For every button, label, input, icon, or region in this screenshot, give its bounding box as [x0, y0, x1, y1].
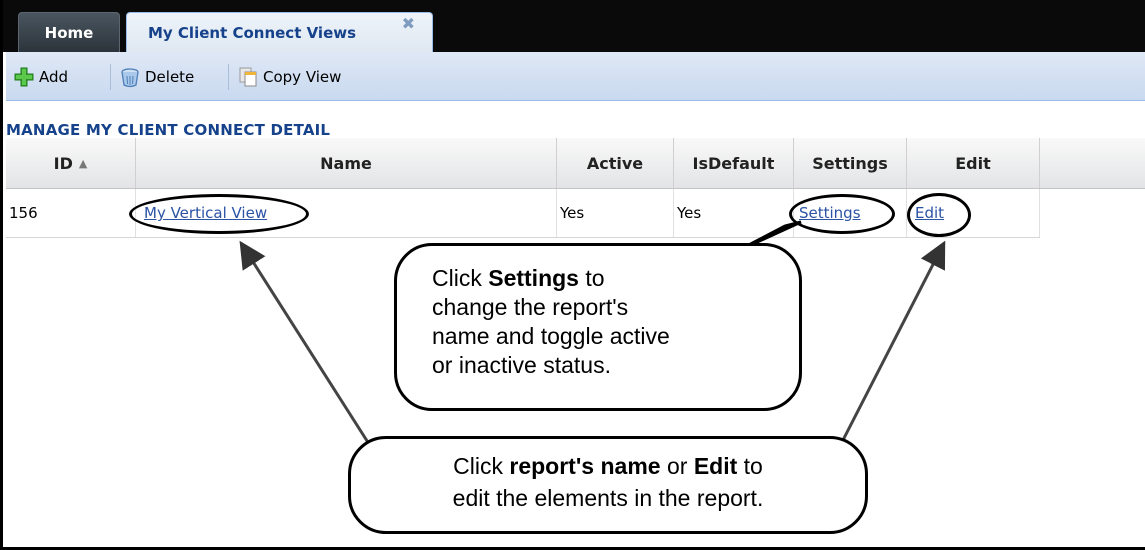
- column-isdefault-label: IsDefault: [692, 153, 775, 173]
- column-header-active[interactable]: Active: [557, 138, 674, 188]
- edit-link[interactable]: Edit: [910, 204, 944, 222]
- cell-edit: Edit: [907, 189, 1040, 237]
- report-name-link[interactable]: My Vertical View: [144, 204, 267, 222]
- callout-edit-line-1: Click report's name or Edit to: [453, 453, 763, 479]
- tab-my-client-connect-views[interactable]: My Client Connect Views ✖: [126, 12, 433, 52]
- settings-link[interactable]: Settings: [797, 204, 861, 222]
- callout-edit: Click report's name or Edit to edit the …: [348, 436, 868, 534]
- callout-settings-line-1: Click Settings to: [432, 265, 605, 291]
- plus-icon: [14, 67, 34, 87]
- copy-icon: [239, 67, 257, 87]
- column-header-isdefault[interactable]: IsDefault: [674, 138, 794, 188]
- callout-settings-line-4: or inactive status.: [432, 352, 611, 378]
- add-label: Add: [39, 68, 69, 86]
- table-row[interactable]: 156 My Vertical View Yes Yes Settings Ed…: [6, 189, 1040, 238]
- delete-label: Delete: [145, 68, 195, 86]
- column-active-label: Active: [586, 153, 644, 173]
- column-name-label: Name: [320, 153, 372, 173]
- window-frame: Home My Client Connect Views ✖ Add Delet…: [0, 0, 1145, 550]
- tab-home-label: Home: [44, 23, 94, 42]
- sort-icon[interactable]: ▲: [79, 157, 87, 170]
- column-id-label: ID: [53, 153, 73, 173]
- grid-header: ID ▲ Name Active IsDefault Settings Edit: [6, 138, 1145, 189]
- callout-settings-line-2: change the report's: [432, 294, 629, 320]
- add-button[interactable]: Add: [13, 64, 68, 90]
- cell-isdefault: Yes: [674, 189, 794, 237]
- panel-title: MANAGE MY CLIENT CONNECT DETAIL: [6, 121, 331, 139]
- callout-settings: Click Settings to change the report's na…: [394, 243, 802, 411]
- tab-home[interactable]: Home: [18, 12, 120, 52]
- trash-icon: [121, 68, 139, 88]
- copy-view-label: Copy View: [263, 68, 342, 86]
- tab-bar: Home My Client Connect Views ✖: [3, 0, 1145, 52]
- toolbar: Add Delete Copy View: [6, 52, 1145, 101]
- toolbar-divider: [228, 64, 229, 90]
- arrow-to-name: [239, 240, 371, 445]
- column-header-id[interactable]: ID ▲: [6, 138, 136, 188]
- column-edit-label: Edit: [955, 153, 991, 173]
- toolbar-divider: [110, 64, 111, 90]
- tab-views-label: My Client Connect Views: [148, 23, 357, 42]
- delete-button[interactable]: Delete: [119, 64, 194, 90]
- column-header-settings[interactable]: Settings: [794, 138, 907, 188]
- cell-name: My Vertical View: [136, 189, 557, 237]
- cell-active: Yes: [557, 189, 674, 237]
- copy-view-button[interactable]: Copy View: [237, 64, 341, 90]
- arrow-to-edit: [839, 240, 946, 445]
- close-icon[interactable]: ✖: [402, 14, 415, 33]
- column-settings-label: Settings: [812, 153, 888, 173]
- cell-settings: Settings: [794, 189, 907, 237]
- callout-settings-line-3: name and toggle active: [432, 323, 670, 349]
- cell-id: 156: [6, 189, 136, 237]
- column-header-name[interactable]: Name: [136, 138, 557, 188]
- column-header-edit[interactable]: Edit: [907, 138, 1040, 188]
- callout-edit-line-2: edit the elements in the report.: [452, 485, 764, 511]
